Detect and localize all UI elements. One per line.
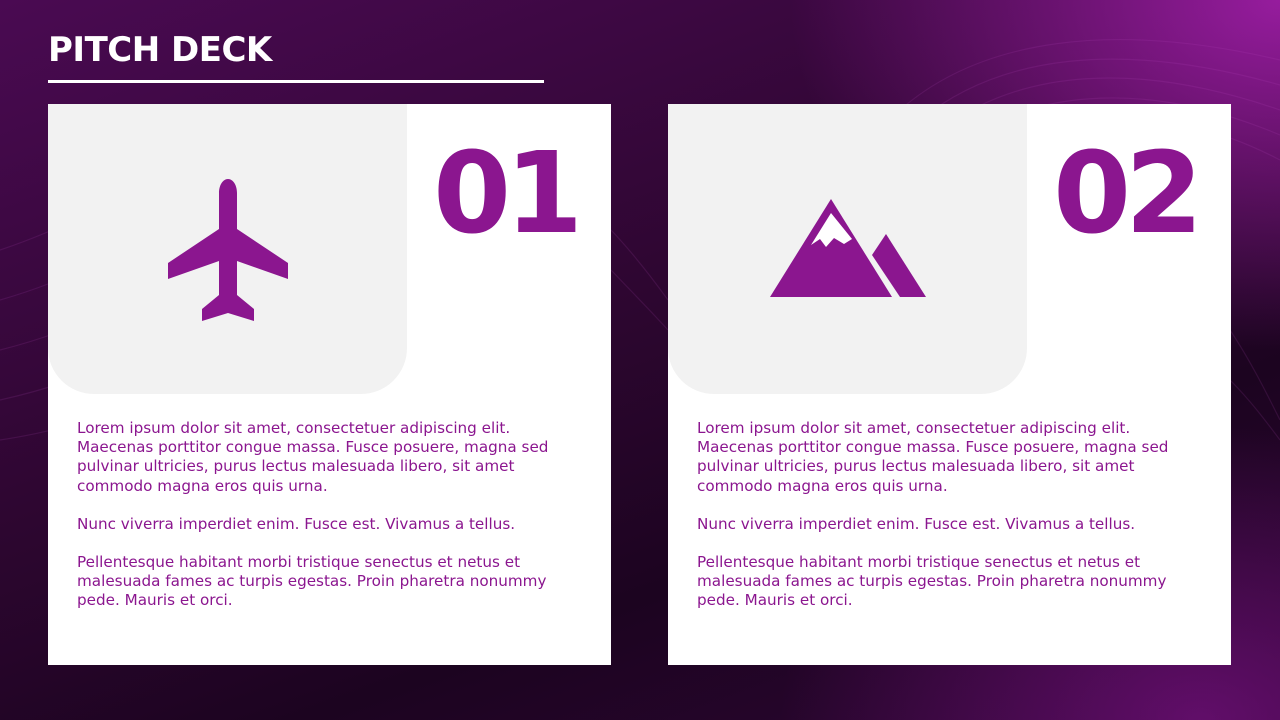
card-number: 02 — [1053, 129, 1203, 259]
card-body-text: Lorem ipsum dolor sit amet, consectetuer… — [77, 419, 587, 630]
card-paragraph: Lorem ipsum dolor sit amet, consectetuer… — [77, 419, 549, 495]
card-paragraph: Nunc viverra imperdiet enim. Fusce est. … — [697, 514, 1136, 533]
card-paragraph: Pellentesque habitant morbi tristique se… — [77, 553, 547, 610]
card-paragraph: Nunc viverra imperdiet enim. Fusce est. … — [77, 514, 516, 533]
card-02: 02 Lorem ipsum dolor sit amet, consectet… — [668, 104, 1231, 665]
card-body-text: Lorem ipsum dolor sit amet, consectetuer… — [697, 419, 1207, 630]
title-underline — [48, 80, 544, 83]
card-01: 01 Lorem ipsum dolor sit amet, consectet… — [48, 104, 611, 665]
icon-panel — [668, 104, 1027, 394]
airplane-icon — [167, 179, 288, 321]
slide-title: PITCH DECK — [48, 30, 272, 70]
card-paragraph: Lorem ipsum dolor sit amet, consectetuer… — [697, 419, 1169, 495]
card-number: 01 — [433, 129, 583, 259]
mountain-icon — [769, 199, 926, 297]
card-paragraph: Pellentesque habitant morbi tristique se… — [697, 553, 1167, 610]
icon-panel — [48, 104, 407, 394]
